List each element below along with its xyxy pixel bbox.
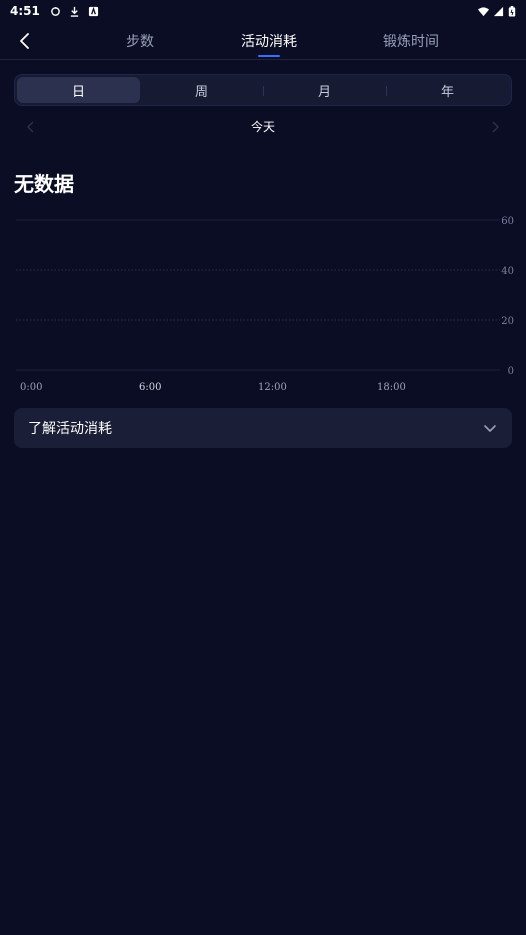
y-tick-label: 0 — [508, 366, 514, 377]
signal-icon — [493, 6, 504, 16]
period-day-label: 日 — [71, 84, 85, 100]
y-tick-label: 20 — [501, 316, 514, 327]
download-icon — [70, 6, 79, 17]
x-tick-label: 12:00 — [258, 382, 287, 393]
learn-active-energy-expander[interactable]: 了解活动消耗 — [14, 408, 512, 448]
status-icons-left — [50, 6, 99, 17]
x-tick-label: 18:00 — [377, 382, 406, 393]
segment-divider — [263, 86, 264, 96]
y-tick-label: 40 — [501, 266, 514, 277]
period-week[interactable]: 周 — [140, 77, 263, 103]
period-week-label: 周 — [194, 84, 208, 100]
tab-steps-label: 步数 — [126, 34, 154, 50]
expander-label: 了解活动消耗 — [28, 421, 112, 437]
segment-divider — [386, 86, 387, 96]
date-navigator: 今天 — [14, 114, 512, 140]
tab-exercise-time[interactable]: 锻炼时间 — [368, 22, 454, 60]
period-month-label: 月 — [317, 84, 331, 100]
wifi-icon — [478, 6, 489, 16]
period-year[interactable]: 年 — [386, 77, 509, 103]
app-icon — [88, 6, 98, 16]
period-month[interactable]: 月 — [263, 77, 386, 103]
back-button[interactable] — [14, 30, 36, 52]
status-time: 4:51 — [10, 4, 40, 18]
y-tick-label: 60 — [501, 216, 514, 227]
chevron-left-icon — [20, 33, 29, 49]
period-day[interactable]: 日 — [17, 77, 140, 103]
period-year-label: 年 — [440, 84, 454, 100]
top-nav: 步数 活动消耗 锻炼时间 — [0, 22, 526, 60]
tab-exercise-time-label: 锻炼时间 — [383, 34, 439, 50]
summary-headline: 无数据 — [14, 172, 74, 196]
chart-x-ticks: 0:00 6:00 12:00 18:00 — [20, 382, 406, 393]
tab-active-energy-label: 活动消耗 — [241, 34, 297, 50]
x-tick-label: 6:00 — [139, 382, 161, 393]
chart-y-ticks: 60 40 20 0 — [501, 216, 514, 377]
status-icons-right — [478, 5, 516, 17]
tab-active-energy[interactable]: 活动消耗 — [228, 22, 310, 60]
chevron-right-icon — [492, 121, 499, 133]
chart-grid — [16, 219, 500, 371]
date-label: 今天 — [250, 120, 275, 134]
sync-icon — [51, 6, 60, 16]
next-date-button[interactable] — [486, 118, 504, 136]
battery-icon — [508, 5, 516, 17]
x-tick-label: 0:00 — [20, 382, 42, 393]
chevron-down-icon — [484, 425, 496, 432]
activity-chart: 60 40 20 0 0:00 6:00 12:00 18:00 — [16, 216, 514, 393]
status-bar: 4:51 — [0, 0, 526, 22]
tab-steps[interactable]: 步数 — [100, 22, 180, 60]
tab-underline — [258, 55, 280, 57]
period-selector: 日 周 月 年 — [14, 74, 512, 106]
